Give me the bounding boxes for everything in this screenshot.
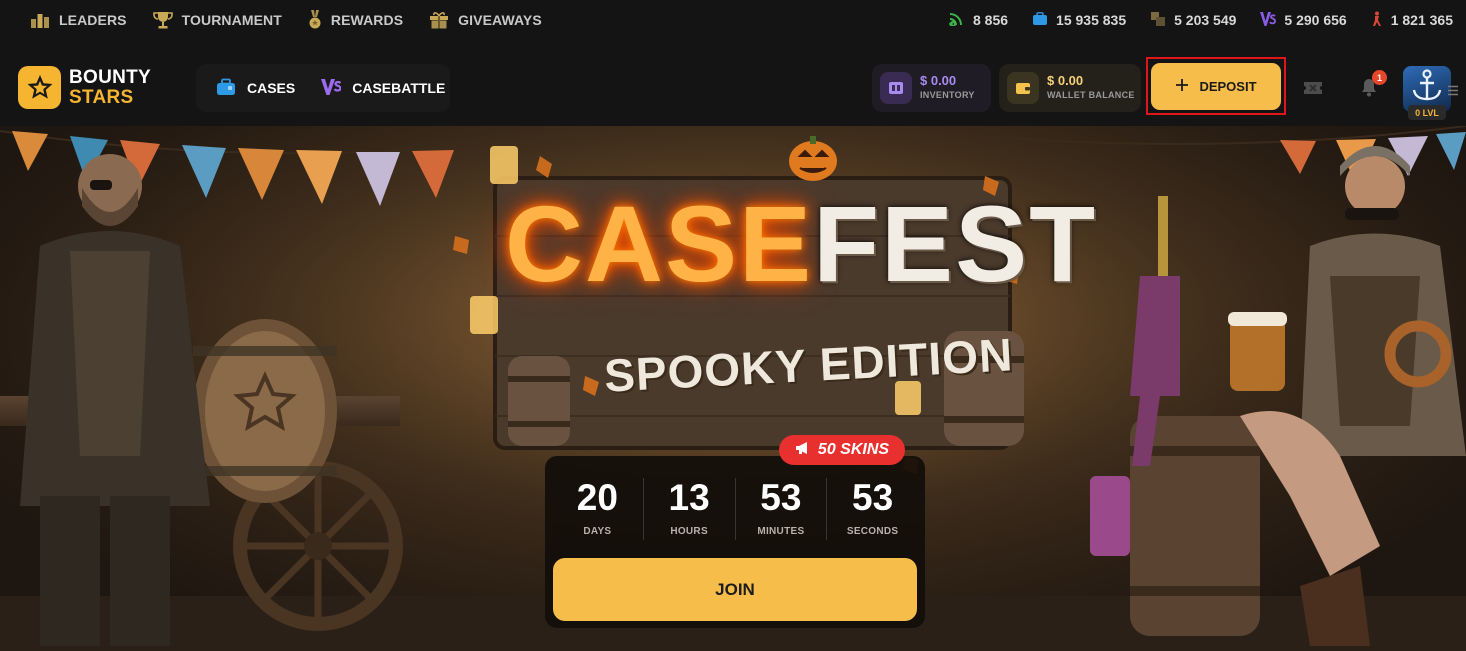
level-badge: 0 LVL	[1408, 105, 1446, 120]
notification-count-badge: 1	[1372, 70, 1387, 85]
stat-upgrades-value: 5 203 549	[1174, 12, 1237, 28]
stat-contracts-value: 1 821 365	[1390, 12, 1453, 28]
nav-cases-label: CASES	[247, 80, 296, 96]
nav-giveaways[interactable]: GIVEAWAYS	[429, 11, 542, 29]
stat-casebattles: 5 290 656	[1260, 11, 1347, 30]
countdown-days-value: 20	[576, 477, 618, 518]
countdown-hours-value: 13	[668, 477, 710, 518]
stat-casebattles-value: 5 290 656	[1284, 12, 1347, 28]
nav-leaders-label: LEADERS	[59, 12, 127, 28]
gift-icon	[429, 11, 449, 29]
contract-icon	[1371, 11, 1383, 30]
site-logo[interactable]: BOUNTY STARS	[18, 66, 151, 109]
countdown-days-unit: DAYS	[583, 526, 612, 537]
stat-online-value: 8 856	[972, 12, 1009, 28]
nav-rewards[interactable]: REWARDS	[308, 10, 403, 30]
nav-casebattle[interactable]: CASEBATTLE	[321, 78, 445, 99]
menu-icon[interactable]	[1447, 83, 1459, 101]
nav-tournament[interactable]: TOURNAMENT	[152, 11, 282, 29]
skins-badge: 50 SKINS	[779, 435, 905, 465]
countdown-timer: 20 DAYS 13 HOURS 53 MINUTES 53 SECONDS	[552, 478, 918, 540]
nav-rewards-label: REWARDS	[330, 12, 404, 28]
nav-leaders[interactable]: LEADERS	[30, 12, 127, 28]
inventory-amount: $ 0.00	[920, 73, 957, 88]
countdown-minutes: 53 MINUTES	[736, 478, 828, 540]
anchor-icon	[1412, 69, 1442, 101]
nav-giveaways-label: GIVEAWAYS	[458, 12, 542, 28]
skins-badge-label: 50 SKINS	[817, 441, 890, 458]
promo-ticket-icon[interactable]	[1303, 80, 1323, 101]
logo-text: BOUNTY STARS	[69, 66, 152, 108]
inventory-button[interactable]: $ 0.00 INVENTORY	[872, 64, 991, 112]
nav-tournament-label: TOURNAMENT	[181, 12, 282, 28]
site-stats: 8 856 15 935 835 5 203 549 5 290 656 1 8…	[949, 11, 1453, 30]
countdown-seconds-unit: SECONDS	[846, 526, 899, 537]
medal-icon	[308, 10, 322, 30]
countdown-seconds: 53 SECONDS	[827, 478, 918, 540]
stat-contracts: 1 821 365	[1371, 11, 1453, 30]
stat-cases-value: 15 935 835	[1056, 12, 1127, 28]
deposit-label: DEPOSIT	[1199, 79, 1257, 94]
case-icon	[216, 78, 236, 99]
upgrade-icon	[1150, 11, 1166, 30]
casebattle-icon	[1260, 11, 1277, 30]
event-banner[interactable]: CASEFEST SPOOKY EDITION 50 SKINS 20 DAYS…	[0, 126, 1466, 651]
megaphone-icon	[795, 441, 811, 460]
logo-line1: BOUNTY	[69, 66, 152, 88]
countdown-seconds-value: 53	[852, 477, 894, 518]
wallet-icon	[1007, 72, 1039, 104]
wallet-amount: $ 0.00	[1047, 73, 1084, 88]
event-title-part1: CASE	[505, 183, 814, 304]
versus-icon	[321, 78, 342, 99]
inventory-label: INVENTORY	[920, 90, 975, 100]
event-title-part2: FEST	[813, 183, 1098, 304]
countdown-hours: 13 HOURS	[644, 478, 736, 540]
logo-line2: STARS	[69, 86, 134, 108]
wallet-balance-button[interactable]: $ 0.00 WALLET BALANCE	[999, 64, 1141, 112]
nav-cases[interactable]: CASES	[216, 78, 295, 99]
countdown-minutes-unit: MINUTES	[757, 526, 805, 537]
inventory-icon	[880, 72, 912, 104]
top-bar: LEADERS TOURNAMENT REWARDS GIVEAWAYS 8 8…	[0, 0, 1466, 40]
wallet-label: WALLET BALANCE	[1047, 90, 1135, 100]
stat-cases-opened: 15 935 835	[1032, 11, 1127, 29]
countdown-minutes-value: 53	[760, 477, 802, 518]
deposit-button[interactable]: DEPOSIT	[1151, 63, 1281, 110]
stat-upgrades: 5 203 549	[1150, 11, 1236, 30]
leaderboard-icon	[30, 12, 50, 28]
countdown-days: 20 DAYS	[552, 478, 644, 540]
trophy-icon	[152, 11, 173, 29]
top-nav: LEADERS TOURNAMENT REWARDS GIVEAWAYS	[30, 10, 542, 30]
main-nav: CASES CASEBATTLE	[196, 64, 450, 112]
case-icon	[1032, 11, 1048, 29]
star-logo-icon	[18, 66, 61, 109]
plus-icon	[1175, 78, 1189, 95]
stat-online: 8 856	[949, 12, 1008, 29]
join-button[interactable]: JOIN	[553, 558, 917, 621]
event-title: CASEFEST	[505, 190, 1097, 298]
countdown-hours-unit: HOURS	[670, 526, 708, 537]
online-signal-icon	[949, 12, 965, 29]
nav-casebattle-label: CASEBATTLE	[352, 80, 446, 96]
